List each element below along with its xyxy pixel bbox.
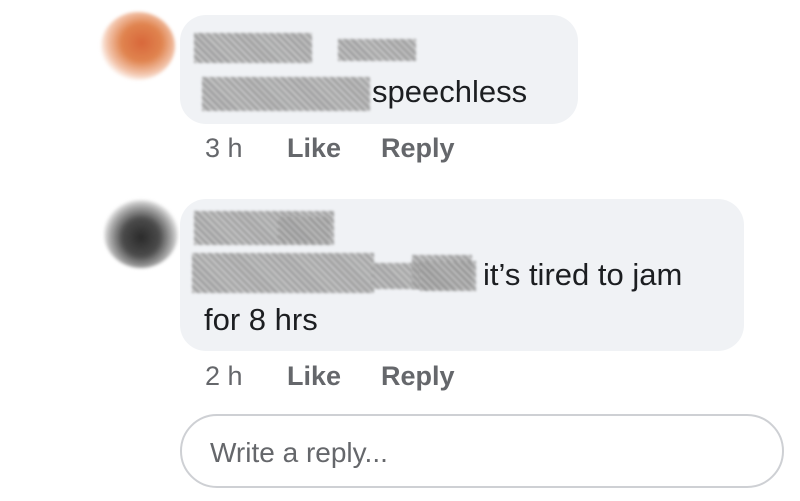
comment-bubble: speechless (180, 15, 578, 124)
redacted-name (194, 33, 312, 63)
comment-thread: speechless 3 h Like Reply it’s tired to … (0, 0, 800, 501)
comment-text-line1: it’s tired to jam (483, 257, 683, 292)
comment-actions: 3 h Like Reply (205, 133, 455, 164)
like-button[interactable]: Like (287, 133, 341, 164)
avatar[interactable] (104, 200, 178, 268)
avatar[interactable] (101, 12, 175, 80)
redacted-name (338, 39, 416, 61)
redacted-name (278, 217, 330, 243)
like-button[interactable]: Like (287, 361, 341, 392)
redacted-mention (192, 253, 374, 293)
comment-timestamp: 3 h (205, 133, 243, 163)
comment-timestamp: 2 h (205, 361, 243, 391)
reply-button[interactable]: Reply (381, 133, 455, 164)
comment-text-line2: for 8 hrs (204, 302, 318, 337)
reply-button[interactable]: Reply (381, 361, 455, 392)
redacted-mention (202, 77, 370, 111)
reply-input[interactable] (208, 432, 752, 474)
comment-actions: 2 h Like Reply (205, 361, 455, 392)
redacted-mention (420, 261, 476, 291)
reply-input-container[interactable] (180, 414, 784, 488)
comment-bubble: it’s tired to jam for 8 hrs (180, 199, 744, 351)
comment-text: speechless (372, 74, 528, 109)
